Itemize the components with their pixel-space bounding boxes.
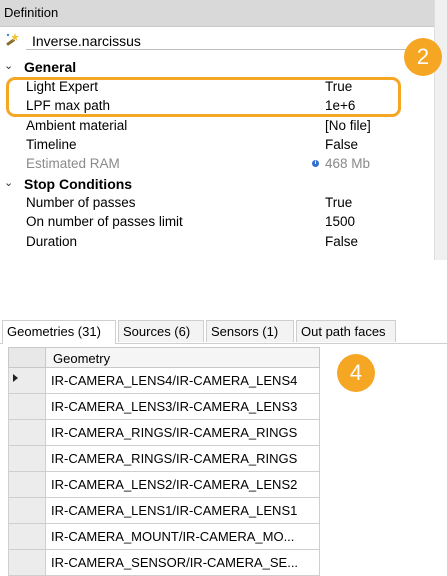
row-selector[interactable] [8,394,46,420]
geometry-cell: IR-CAMERA_LENS1/IR-CAMERA_LENS1 [51,503,298,518]
table-row[interactable]: IR-CAMERA_RINGS/IR-CAMERA_RINGS [46,446,320,472]
table-row[interactable]: IR-CAMERA_LENS4/IR-CAMERA_LENS4 [46,368,320,394]
category-general-label: General [24,59,77,75]
grid-column-header-label: Geometry [53,351,111,366]
callout-badge-2: 2 [404,38,442,76]
table-row[interactable]: IR-CAMERA_SENSOR/IR-CAMERA_SE... [46,550,320,576]
property-row-number-of-passes[interactable]: Number of passes True [0,194,434,213]
row-selector[interactable] [8,524,46,550]
callout-badge-4: 4 [337,354,375,392]
property-value: 468 Mb [325,156,371,171]
highlight-box [6,77,401,117]
table-row[interactable]: IR-CAMERA_LENS3/IR-CAMERA_LENS3 [46,394,320,420]
geometry-cell: IR-CAMERA_RINGS/IR-CAMERA_RINGS [51,451,298,466]
table-row[interactable]: IR-CAMERA_LENS1/IR-CAMERA_LENS1 [46,498,320,524]
row-selector[interactable] [8,550,46,576]
tab-geometries[interactable]: Geometries (31) [2,320,116,344]
chevron-down-icon[interactable]: ⌄ [4,176,13,189]
property-row-estimated-ram: Estimated RAM i 468 Mb [0,155,434,174]
geometry-cell: IR-CAMERA_LENS3/IR-CAMERA_LENS3 [51,399,298,414]
chevron-down-icon[interactable]: ⌄ [4,59,13,72]
geometry-cell: IR-CAMERA_LENS4/IR-CAMERA_LENS4 [51,373,298,388]
property-name: Estimated RAM [26,156,120,171]
row-selector[interactable] [8,368,46,394]
property-name: Number of passes [26,195,136,210]
current-row-arrow-icon [13,374,18,382]
property-row-passes-limit[interactable]: On number of passes limit 1500 [0,213,434,232]
geometry-cell: IR-CAMERA_LENS2/IR-CAMERA_LENS2 [51,477,298,492]
tab-sensors[interactable]: Sensors (1) [206,320,294,342]
geometry-cell: IR-CAMERA_SENSOR/IR-CAMERA_SE... [51,555,299,570]
tab-out-path-faces[interactable]: Out path faces [296,320,396,342]
info-icon: i [312,160,319,167]
row-selector[interactable] [8,472,46,498]
object-name[interactable]: Inverse.narcissus [32,33,141,49]
definition-title: Definition [4,5,59,20]
panel-scrollbar[interactable] [434,0,447,260]
row-selector[interactable] [8,420,46,446]
grid-column-header[interactable]: Geometry [46,347,320,368]
property-value[interactable]: 1500 [325,214,355,229]
table-row[interactable]: IR-CAMERA_RINGS/IR-CAMERA_RINGS [46,420,320,446]
simulation-wand-icon [6,33,19,46]
property-row-timeline[interactable]: Timeline False [0,136,434,155]
row-selector[interactable] [8,498,46,524]
property-value[interactable]: False [325,137,358,152]
category-stop-conditions-label: Stop Conditions [24,176,133,192]
definition-header: Definition [0,0,434,27]
property-name: Duration [26,234,78,249]
table-row[interactable]: IR-CAMERA_LENS2/IR-CAMERA_LENS2 [46,472,320,498]
property-name: Timeline [26,137,77,152]
property-value[interactable]: True [325,195,352,210]
row-selector[interactable] [8,446,46,472]
tab-sources[interactable]: Sources (6) [118,320,204,342]
property-value[interactable]: [No file] [325,118,371,133]
property-value[interactable]: False [325,234,358,249]
geometry-cell: IR-CAMERA_MOUNT/IR-CAMERA_MO... [51,529,295,544]
grid-corner-cell[interactable] [8,347,46,368]
property-row-ambient-material[interactable]: Ambient material [No file] [0,117,434,136]
property-row-duration[interactable]: Duration False [0,233,434,252]
category-stop-conditions[interactable]: ⌄ Stop Conditions [0,175,434,194]
geometry-cell: IR-CAMERA_RINGS/IR-CAMERA_RINGS [51,425,298,440]
object-name-underline [26,49,434,50]
table-row[interactable]: IR-CAMERA_MOUNT/IR-CAMERA_MO... [46,524,320,550]
property-name: Ambient material [26,118,128,133]
category-general[interactable]: ⌄ General [0,58,434,77]
property-name: On number of passes limit [26,214,183,229]
